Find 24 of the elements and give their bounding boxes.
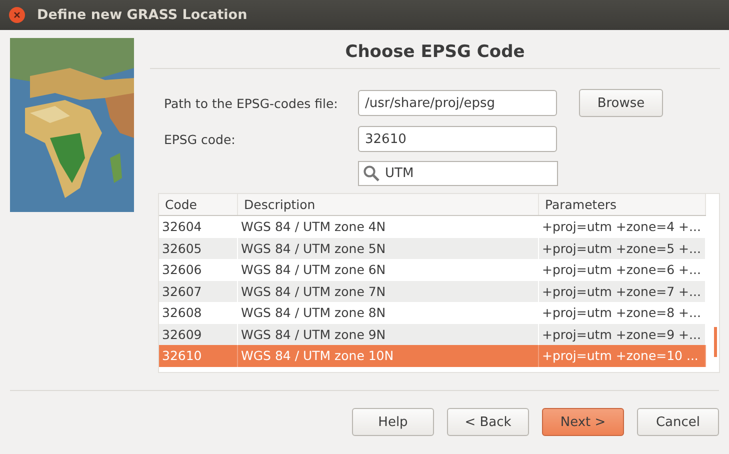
dialog-button[interactable]: Cancel [637,408,719,436]
browse-button[interactable]: Browse [579,89,663,117]
page-heading: Choose EPSG Code [150,38,720,69]
table-row[interactable]: 32609 WGS 84 / UTM zone 9N +proj=utm +zone=9 +... [159,324,706,345]
table-cell: +proj=utm +zone=10 ... [539,345,706,366]
path-field[interactable]: /usr/share/proj/epsg [358,90,557,116]
dialog-button[interactable]: < Back [447,408,529,436]
table-row[interactable]: 32607 WGS 84 / UTM zone 7N +proj=utm +zone=7 +... [159,280,706,302]
column-header[interactable]: Parameters [539,194,706,215]
path-label: Path to the EPSG-codes file: [164,96,339,110]
code-field[interactable]: 32610 [358,126,557,152]
table-cell: 32610 [159,345,238,366]
column-header[interactable]: Description [238,194,539,215]
scrollbar-thumb[interactable] [714,327,717,357]
search-field[interactable]: UTM [358,161,558,186]
window-title: Define new GRASS Location [37,7,248,23]
search-icon [363,165,380,182]
dialog-button[interactable]: Help [352,408,434,436]
dialog-button[interactable]: Next > [542,408,624,436]
column-header[interactable]: Code [159,194,238,215]
code-label: EPSG code: [164,132,236,146]
table-cell: WGS 84 / UTM zone 10N [238,345,539,366]
close-icon[interactable] [9,7,25,23]
table-row[interactable]: 32605 WGS 84 / UTM zone 5N +proj=utm +zone=5 +... [159,238,706,259]
